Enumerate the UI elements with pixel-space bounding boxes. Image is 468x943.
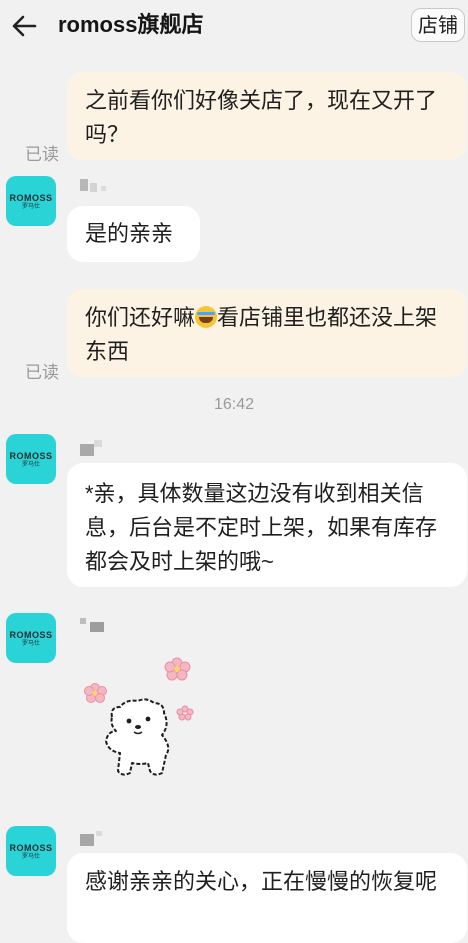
message-bubble-incoming[interactable]: 感谢亲亲的关心，正在慢慢的恢复呢 — [67, 853, 467, 943]
message-text-before: 你们还好嘛 — [85, 305, 196, 330]
message-text: 是的亲亲 — [85, 221, 174, 246]
back-arrow-icon[interactable] — [10, 12, 38, 40]
read-status: 已读 — [25, 363, 59, 382]
avatar-brand: ROMOSS — [9, 451, 53, 461]
shop-avatar[interactable]: ROMOSS 罗马仕 — [6, 176, 56, 226]
shop-avatar[interactable]: ROMOSS 罗马仕 — [6, 826, 56, 876]
sender-nickname-blurred — [80, 618, 108, 634]
read-status: 已读 — [25, 145, 59, 164]
avatar-subtitle: 罗马仕 — [21, 641, 40, 647]
avatar-subtitle: 罗马仕 — [21, 854, 40, 860]
message-text: *亲，具体数量这边没有收到相关信息，后台是不定时上架，如果有库存都会及时上架的哦… — [85, 481, 438, 574]
message-text: 感谢亲亲的关心，正在慢慢的恢复呢 — [85, 869, 438, 894]
chat-header: romoss旗舰店 店铺 — [0, 0, 468, 52]
message-bubble-outgoing[interactable]: 你们还好嘛 看店铺里也都还没上架东西 — [67, 289, 467, 377]
sender-nickname-blurred — [80, 440, 108, 456]
avatar-brand: ROMOSS — [9, 193, 53, 203]
sender-nickname-blurred — [80, 177, 108, 193]
message-text: 之前看你们好像关店了，现在又开了吗？ — [85, 88, 438, 147]
message-bubble-incoming[interactable]: 是的亲亲 — [67, 206, 200, 262]
timestamp: 16:42 — [213, 396, 255, 413]
shop-avatar[interactable]: ROMOSS 罗马仕 — [6, 434, 56, 484]
shop-title: romoss旗舰店 — [58, 12, 204, 37]
avatar-brand: ROMOSS — [9, 843, 53, 853]
bear-sticker[interactable] — [82, 655, 202, 785]
shop-avatar[interactable]: ROMOSS 罗马仕 — [6, 613, 56, 663]
store-button[interactable]: 店铺 — [411, 8, 465, 42]
tears-of-joy-emoji-icon — [195, 306, 218, 328]
avatar-brand: ROMOSS — [9, 630, 53, 640]
avatar-subtitle: 罗马仕 — [21, 462, 40, 468]
message-bubble-incoming[interactable]: *亲，具体数量这边没有收到相关信息，后台是不定时上架，如果有库存都会及时上架的哦… — [67, 463, 467, 587]
avatar-subtitle: 罗马仕 — [21, 204, 40, 210]
sender-nickname-blurred — [80, 831, 108, 847]
message-bubble-outgoing[interactable]: 之前看你们好像关店了，现在又开了吗？ — [67, 72, 467, 160]
